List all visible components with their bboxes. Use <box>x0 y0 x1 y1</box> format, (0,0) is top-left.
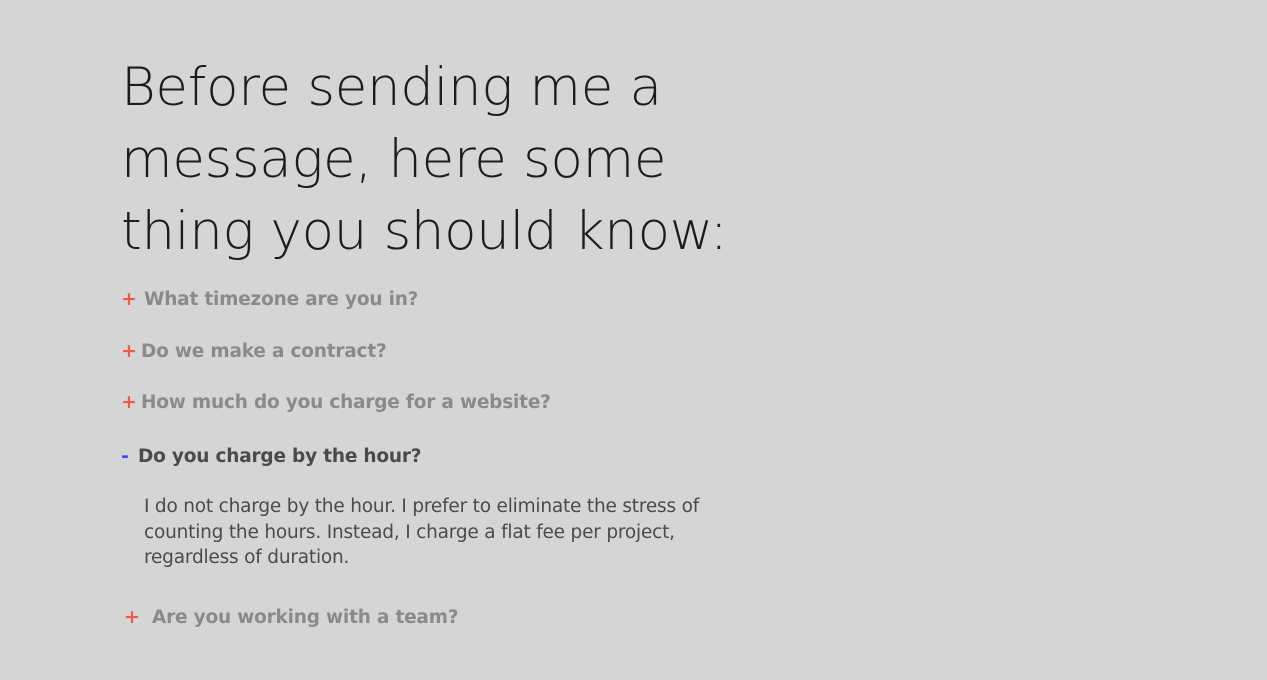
faq-question[interactable]: Do you charge by the hour? <box>138 446 422 467</box>
faq-question[interactable]: What timezone are you in? <box>144 289 418 310</box>
plus-icon[interactable]: + <box>121 606 143 628</box>
plus-icon[interactable]: + <box>121 391 137 413</box>
plus-icon[interactable]: + <box>121 288 139 310</box>
faq-question[interactable]: How much do you charge for a website? <box>141 392 551 413</box>
minus-icon[interactable]: - <box>121 445 136 467</box>
faq-item-contract[interactable]: + Do we make a contract? <box>121 340 387 362</box>
faq-question[interactable]: Are you working with a team? <box>152 607 459 628</box>
faq-item-team[interactable]: + Are you working with a team? <box>121 606 458 628</box>
faq-item-timezone[interactable]: + What timezone are you in? <box>121 288 418 310</box>
faq-answer: I do not charge by the hour. I prefer to… <box>144 496 700 568</box>
faq-item-website-price[interactable]: + How much do you charge for a website? <box>121 391 551 413</box>
faq-item-hourly[interactable]: - Do you charge by the hour? <box>121 445 422 467</box>
faq-question[interactable]: Do we make a contract? <box>141 341 387 362</box>
page-heading: Before sending me a message, here some t… <box>121 57 728 262</box>
plus-icon[interactable]: + <box>121 340 137 362</box>
